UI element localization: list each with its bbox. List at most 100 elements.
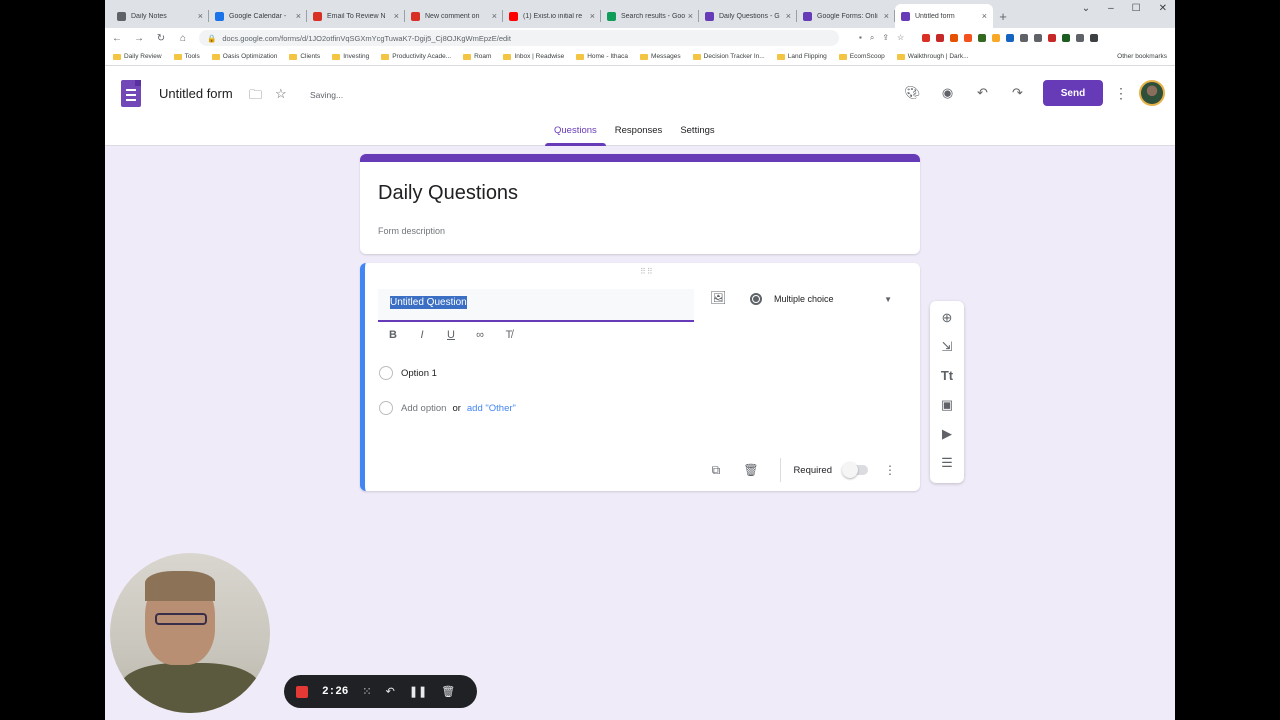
question-card[interactable]: ⠿⠿ Untitled Question 🖼︎ Multiple choice … [360, 263, 920, 491]
browser-tab[interactable]: Google Calendar - × [209, 4, 307, 28]
pause-icon[interactable]: ❚❚ [409, 685, 427, 698]
bookmark-item[interactable]: EcomScoop [838, 53, 885, 60]
new-tab-button[interactable]: + [993, 4, 1013, 28]
required-toggle[interactable] [842, 462, 868, 478]
close-tab-icon[interactable]: × [296, 11, 301, 21]
share-icon[interactable]: ⇪ [882, 33, 889, 43]
folder-icon[interactable]: 🗀 [249, 86, 262, 108]
extension-icon[interactable] [1048, 34, 1057, 42]
form-title-input[interactable]: Untitled form [159, 86, 233, 101]
forward-icon[interactable]: → [133, 33, 145, 44]
palette-icon[interactable]: 🎨︎ [895, 85, 930, 101]
bookmark-item[interactable]: Clients [289, 53, 320, 60]
browser-tab[interactable]: Email To Review N × [307, 4, 405, 28]
add-image-icon[interactable]: ▣ [941, 396, 953, 414]
extension-icon[interactable] [950, 34, 959, 42]
duplicate-icon[interactable]: ⧉ [698, 463, 733, 478]
import-questions-icon[interactable]: ⇲ [942, 338, 953, 356]
star-icon[interactable]: ☆ [897, 33, 904, 43]
add-question-icon[interactable]: ⊕ [942, 309, 953, 327]
bookmark-item[interactable]: Investing [332, 53, 369, 60]
home-icon[interactable]: ⌂ [177, 33, 189, 44]
camera-icon[interactable]: ▪ [859, 33, 862, 43]
zoom-icon[interactable]: ⌕ [870, 33, 874, 43]
add-other-link[interactable]: add "Other" [467, 403, 516, 414]
preview-eye-icon[interactable]: ◉ [930, 85, 965, 101]
bookmark-item[interactable]: Tools [173, 53, 200, 60]
drag-handle-icon[interactable]: ⠿⠿ [640, 267, 654, 276]
close-tab-icon[interactable]: × [394, 11, 399, 21]
form-heading-input[interactable]: Daily Questions [378, 182, 518, 205]
grid-icon[interactable]: ⁙ [362, 685, 371, 698]
bookmark-item[interactable]: Daily Review [113, 53, 162, 60]
url-input[interactable]: 🔒 docs.google.com/forms/d/1JO2otfinVqSGX… [199, 30, 839, 46]
close-tab-icon[interactable]: × [688, 11, 693, 21]
minimize-icon[interactable]: – [1108, 3, 1114, 14]
reload-icon[interactable]: ↻ [155, 33, 167, 44]
maximize-icon[interactable]: ☐ [1132, 3, 1141, 14]
close-tab-icon[interactable]: × [982, 11, 987, 21]
browser-tab[interactable]: Daily Questions - G × [699, 4, 797, 28]
add-section-icon[interactable]: ☰ [941, 454, 953, 472]
clear-format-icon[interactable]: T̸ [503, 329, 515, 341]
bookmark-item[interactable]: Walkthrough | Dark... [896, 53, 969, 60]
send-button[interactable]: Send [1043, 80, 1103, 106]
browser-tab[interactable]: (1) Exist.io initial re × [503, 4, 601, 28]
extension-icon[interactable] [1006, 34, 1015, 42]
more-options-icon[interactable]: ⋮ [884, 463, 896, 477]
extension-icon[interactable] [922, 34, 931, 42]
extension-icon[interactable] [978, 34, 987, 42]
more-options-icon[interactable]: ⋮ [1103, 85, 1139, 102]
chevron-down-icon[interactable]: ⌄ [1082, 3, 1090, 14]
bookmark-item[interactable]: Productivity Acade... [381, 53, 451, 60]
bold-icon[interactable]: B [387, 329, 399, 341]
extension-icon[interactable] [992, 34, 1001, 42]
redo-icon[interactable]: ↷ [1000, 85, 1035, 101]
tab-questions[interactable]: Questions [545, 122, 606, 146]
restart-icon[interactable]: ↶ [386, 685, 395, 698]
italic-icon[interactable]: I [416, 329, 428, 341]
close-tab-icon[interactable]: × [884, 11, 889, 21]
stop-recording-icon[interactable] [296, 685, 308, 698]
close-tab-icon[interactable]: × [786, 11, 791, 21]
browser-tab[interactable]: Google Forms: Onli × [797, 4, 895, 28]
extension-icon[interactable] [964, 34, 973, 42]
tab-responses[interactable]: Responses [606, 122, 672, 146]
avatar[interactable] [1139, 80, 1165, 106]
puzzle-icon[interactable] [1076, 34, 1085, 42]
profile-icon[interactable] [1090, 34, 1099, 42]
browser-tab[interactable]: New comment on × [405, 4, 503, 28]
option-label[interactable]: Option 1 [401, 368, 437, 379]
browser-tab[interactable]: Untitled form × [895, 4, 993, 28]
question-type-select[interactable]: Multiple choice ▼ [750, 289, 892, 309]
link-icon[interactable]: ∞ [474, 329, 486, 341]
browser-tab[interactable]: Search results - Goo × [601, 4, 699, 28]
bookmark-item[interactable]: Messages [640, 53, 681, 60]
other-bookmarks[interactable]: Other bookmarks [1117, 53, 1167, 60]
close-window-icon[interactable]: ✕ [1159, 3, 1167, 14]
bookmark-item[interactable]: Roam [463, 53, 491, 60]
undo-icon[interactable]: ↶ [965, 85, 1000, 101]
extension-icon[interactable] [1034, 34, 1043, 42]
add-video-icon[interactable]: ▶ [942, 425, 952, 443]
image-icon[interactable]: 🖼︎ [710, 290, 727, 306]
trash-icon[interactable]: 🗑︎ [441, 685, 455, 698]
add-title-icon[interactable]: Tt [941, 367, 953, 385]
extension-icon[interactable] [936, 34, 945, 42]
star-icon[interactable]: ☆ [275, 86, 287, 102]
tab-settings[interactable]: Settings [671, 122, 723, 146]
browser-tab[interactable]: Daily Notes × [111, 4, 209, 28]
extension-icon[interactable] [1062, 34, 1071, 42]
close-tab-icon[interactable]: × [198, 11, 203, 21]
underline-icon[interactable]: U [445, 329, 457, 341]
bookmark-item[interactable]: Land Flipping [776, 53, 827, 60]
close-tab-icon[interactable]: × [492, 11, 497, 21]
extension-icon[interactable] [1020, 34, 1029, 42]
bookmark-item[interactable]: Decision Tracker In... [692, 53, 765, 60]
google-forms-logo-icon[interactable] [121, 80, 141, 107]
bookmark-item[interactable]: Home - Ithaca [576, 53, 628, 60]
option-row[interactable]: Option 1 [379, 366, 437, 380]
bookmark-item[interactable]: Oasis Optimization [211, 53, 277, 60]
back-icon[interactable]: ← [111, 33, 123, 44]
add-option-link[interactable]: Add option [401, 403, 446, 414]
